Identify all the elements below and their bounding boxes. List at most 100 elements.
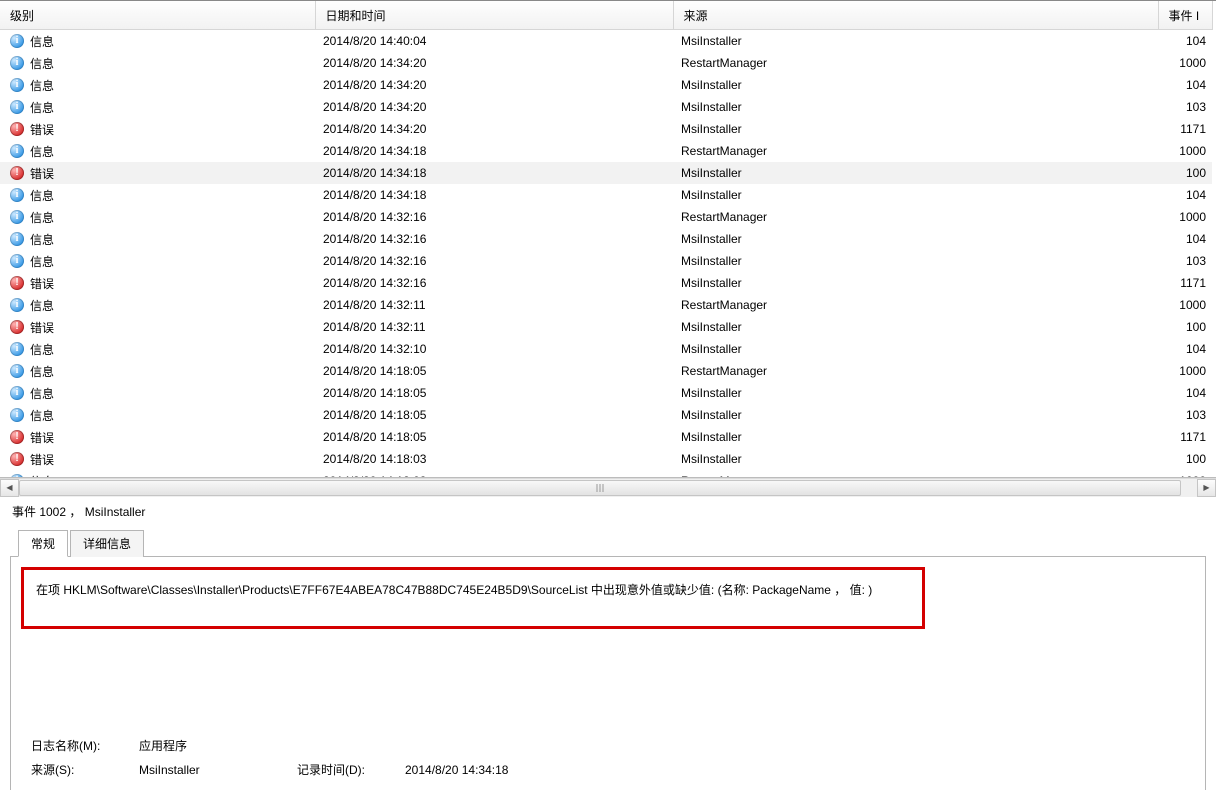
source-cell: MsiInstaller — [673, 74, 1158, 96]
info-icon — [10, 364, 24, 378]
eventid-cell: 103 — [1158, 404, 1212, 426]
detail-title: 事件 1002 ， MsiInstaller — [0, 497, 1216, 524]
datetime-cell: 2014/8/20 14:18:03 — [315, 448, 673, 470]
datetime-cell: 2014/8/20 14:18:05 — [315, 404, 673, 426]
table-row[interactable]: 错误2014/8/20 14:18:05MsiInstaller1171 — [0, 426, 1212, 448]
eventid-cell: 1000 — [1158, 206, 1212, 228]
table-row[interactable]: 信息 2014/8/20 14:32:16RestartManager1000 — [0, 206, 1212, 228]
event-list[interactable]: 级别 日期和时间 来源 事件 I 信息2014/8/20 14:40:04Msi… — [0, 1, 1216, 478]
info-icon — [10, 34, 24, 48]
datetime-cell: 2014/8/20 14:32:16 — [315, 206, 673, 228]
table-row[interactable]: 信息2014/8/20 14:34:18MsiInstaller104 — [0, 184, 1212, 206]
info-icon — [10, 386, 24, 400]
source-cell: RestartManager — [673, 360, 1158, 382]
column-header-eventid[interactable]: 事件 I — [1158, 1, 1212, 30]
table-row[interactable]: 错误2014/8/20 14:32:16MsiInstaller1171 — [0, 272, 1212, 294]
table-row[interactable]: 信息2014/8/20 14:32:10MsiInstaller104 — [0, 338, 1212, 360]
datetime-cell: 2014/8/20 14:32:16 — [315, 228, 673, 250]
source-cell: MsiInstaller — [673, 338, 1158, 360]
detail-panel: 在项 HKLM\Software\Classes\Installer\Produ… — [10, 557, 1206, 790]
eventid-cell: 1000 — [1158, 294, 1212, 316]
level-text: 信息 — [30, 407, 54, 424]
scroll-thumb[interactable] — [19, 480, 1181, 496]
meta-logged-value: 2014/8/20 14:34:18 — [405, 763, 508, 777]
table-row[interactable]: 信息 2014/8/20 14:34:20MsiInstaller103 — [0, 96, 1212, 118]
column-header-level[interactable]: 级别 — [0, 1, 315, 30]
eventid-cell: 103 — [1158, 96, 1212, 118]
error-icon — [10, 452, 24, 466]
scroll-right-button[interactable]: ▶ — [1197, 479, 1216, 497]
datetime-cell: 2014/8/20 14:34:18 — [315, 184, 673, 206]
detail-message-highlight: 在项 HKLM\Software\Classes\Installer\Produ… — [21, 567, 925, 630]
table-row[interactable]: 错误2014/8/20 14:32:11MsiInstaller100 — [0, 316, 1212, 338]
info-icon — [10, 188, 24, 202]
datetime-cell: 2014/8/20 14:34:20 — [315, 96, 673, 118]
source-cell: MsiInstaller — [673, 272, 1158, 294]
datetime-cell: 2014/8/20 14:34:18 — [315, 162, 673, 184]
source-cell: MsiInstaller — [673, 382, 1158, 404]
horizontal-scrollbar[interactable]: ◀ ▶ — [0, 478, 1216, 497]
level-text: 信息 — [30, 231, 54, 248]
datetime-cell: 2014/8/20 14:32:11 — [315, 316, 673, 338]
table-row[interactable]: 信息2014/8/20 14:40:04MsiInstaller104 — [0, 30, 1212, 53]
eventid-cell: 103 — [1158, 250, 1212, 272]
datetime-cell: 2014/8/20 14:32:16 — [315, 250, 673, 272]
source-cell: RestartManager — [673, 206, 1158, 228]
info-icon — [10, 342, 24, 356]
eventid-cell: 104 — [1158, 338, 1212, 360]
table-row[interactable]: 信息2014/8/20 14:18:05MsiInstaller103 — [0, 404, 1212, 426]
eventid-cell: 104 — [1158, 228, 1212, 250]
level-text: 错误 — [30, 165, 54, 182]
datetime-cell: 2014/8/20 14:32:16 — [315, 272, 673, 294]
source-cell: MsiInstaller — [673, 250, 1158, 272]
info-icon — [10, 408, 24, 422]
info-icon — [10, 210, 24, 224]
datetime-cell: 2014/8/20 14:32:11 — [315, 294, 673, 316]
table-row[interactable]: 错误2014/8/20 14:34:20MsiInstaller1171 — [0, 118, 1212, 140]
meta-source-value: MsiInstaller — [139, 763, 279, 777]
table-row[interactable]: 信息2014/8/20 14:18:05MsiInstaller104 — [0, 382, 1212, 404]
datetime-cell: 2014/8/20 14:18:03 — [315, 470, 673, 478]
table-row[interactable]: 错误2014/8/20 14:18:03MsiInstaller100 — [0, 448, 1212, 470]
scroll-left-button[interactable]: ◀ — [0, 479, 19, 497]
table-row[interactable]: 信息2014/8/20 14:34:20RestartManager1000 — [0, 52, 1212, 74]
table-row[interactable]: 信息2014/8/20 14:34:20MsiInstaller104 — [0, 74, 1212, 96]
eventid-cell: 1171 — [1158, 118, 1212, 140]
tab-details[interactable]: 详细信息 — [70, 530, 144, 557]
eventid-cell: 1171 — [1158, 426, 1212, 448]
tab-general[interactable]: 常规 — [18, 530, 68, 557]
source-cell: MsiInstaller — [673, 228, 1158, 250]
level-text: 信息 — [30, 363, 54, 380]
table-row[interactable]: 错误2014/8/20 14:34:18MsiInstaller100 — [0, 162, 1212, 184]
table-row[interactable]: 信息2014/8/20 14:32:11RestartManager1000 — [0, 294, 1212, 316]
datetime-cell: 2014/8/20 14:18:05 — [315, 382, 673, 404]
level-text: 错误 — [30, 121, 54, 138]
event-table: 级别 日期和时间 来源 事件 I 信息2014/8/20 14:40:04Msi… — [0, 1, 1213, 478]
table-row[interactable]: 信息2014/8/20 14:32:16MsiInstaller103 — [0, 250, 1212, 272]
detail-tabs: 常规 详细信息 — [0, 530, 1216, 557]
column-header-datetime[interactable]: 日期和时间 — [315, 1, 673, 30]
datetime-cell: 2014/8/20 14:18:05 — [315, 426, 673, 448]
info-icon — [10, 254, 24, 268]
error-icon — [10, 276, 24, 290]
level-text: 错误 — [30, 319, 54, 336]
level-text: 信息 — [30, 99, 54, 116]
table-row[interactable]: 信息2014/8/20 14:18:05RestartManager1000 — [0, 360, 1212, 382]
source-cell: RestartManager — [673, 294, 1158, 316]
source-cell: MsiInstaller — [673, 96, 1158, 118]
source-cell: MsiInstaller — [673, 30, 1158, 53]
source-cell: MsiInstaller — [673, 426, 1158, 448]
column-header-source[interactable]: 来源 — [673, 1, 1158, 30]
eventid-cell: 1000 — [1158, 470, 1212, 478]
datetime-cell: 2014/8/20 14:34:18 — [315, 140, 673, 162]
table-row[interactable]: 信息2014/8/20 14:18:03RestartManager1000 — [0, 470, 1212, 478]
scroll-track[interactable] — [19, 480, 1197, 496]
table-row[interactable]: 信息 2014/8/20 14:32:16MsiInstaller104 — [0, 228, 1212, 250]
level-text: 信息 — [30, 209, 54, 226]
eventid-cell: 104 — [1158, 74, 1212, 96]
datetime-cell: 2014/8/20 14:18:05 — [315, 360, 673, 382]
meta-logname-value: 应用程序 — [139, 737, 279, 754]
table-row[interactable]: 信息2014/8/20 14:34:18RestartManager1000 — [0, 140, 1212, 162]
source-cell: MsiInstaller — [673, 448, 1158, 470]
level-text: 信息 — [30, 55, 54, 72]
